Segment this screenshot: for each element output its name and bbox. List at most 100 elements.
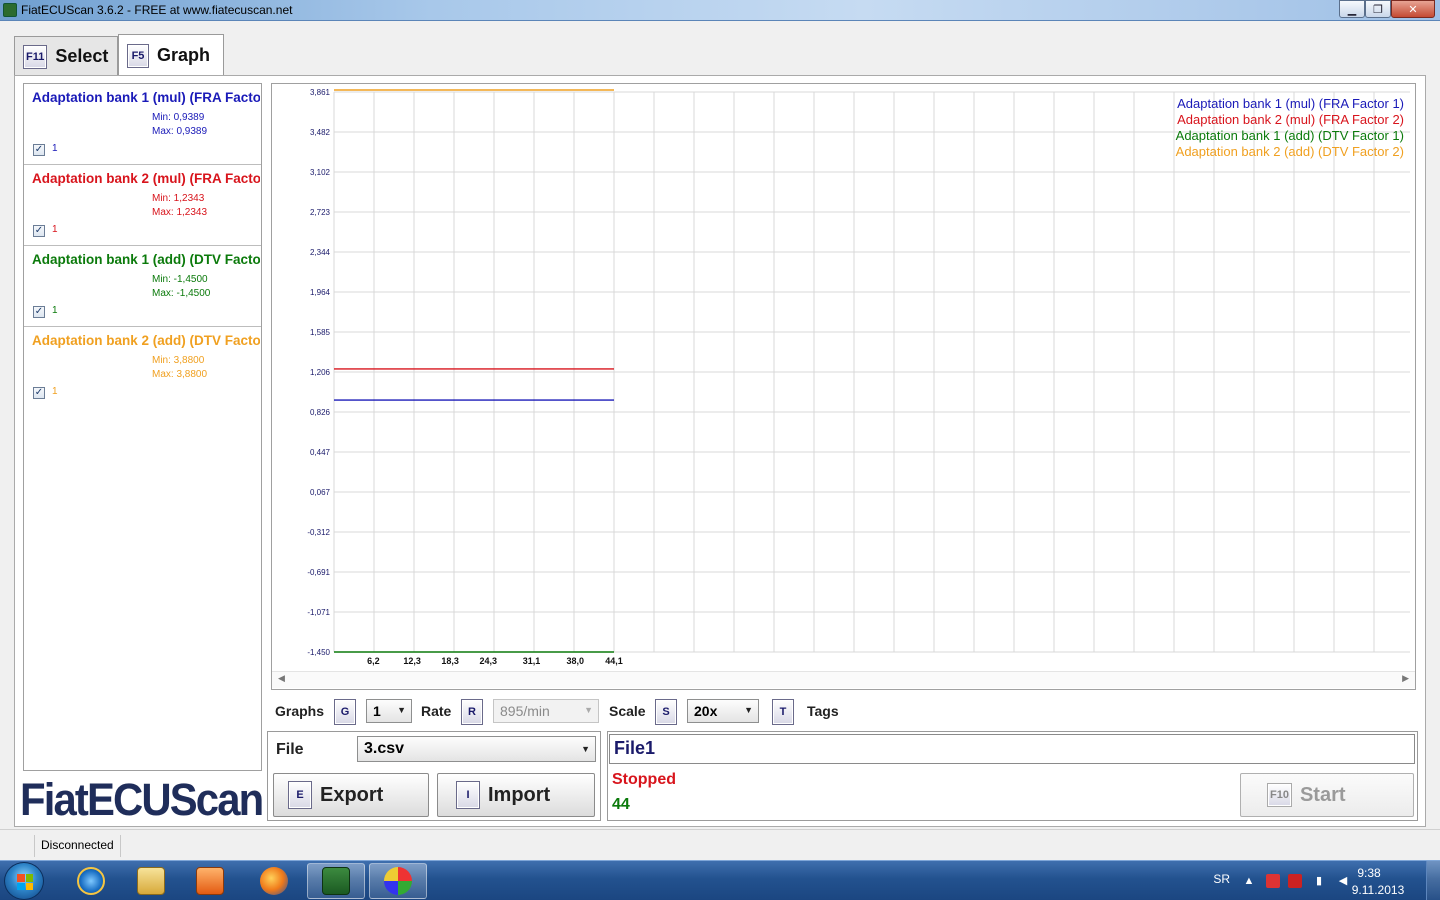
y-tick-label: 1,206: [310, 368, 331, 377]
window-title: FiatECUScan 3.6.2 - FREE at www.fiatecus…: [21, 3, 293, 17]
x-tick-label: 18,3: [441, 656, 459, 666]
scroll-right-icon[interactable]: ▶: [1402, 673, 1409, 684]
status-count: 44: [612, 796, 630, 813]
y-tick-label: 0,826: [310, 408, 331, 417]
y-tick-label: -1,071: [307, 608, 330, 617]
sensor-name: Adaptation bank 2 (add) (DTV Factor 2): [32, 333, 260, 348]
y-tick-label: 0,447: [310, 448, 331, 457]
fiatecuscan-logo: FiatECUScan: [20, 774, 264, 825]
y-tick-label: 3,102: [310, 168, 331, 177]
app-icon: [3, 3, 17, 17]
start-menu-button[interactable]: [4, 862, 44, 900]
scale-select-value: 20x: [694, 703, 718, 719]
media-player-icon: [196, 867, 224, 895]
chevron-down-icon: ▼: [397, 705, 406, 715]
line-chart: 3,861 3,482 3,102 2,723 2,344 1,964 1,585 1,206…: [307, 88, 1410, 666]
status-bar: Disconnected: [0, 829, 1440, 860]
y-tick-label: -0,312: [307, 528, 330, 537]
maximize-button[interactable]: ❐: [1365, 0, 1391, 18]
sensor-item: Adaptation bank 2 (mul) (FRA Factor 2) M…: [24, 165, 261, 246]
sensor-check-label: 1: [52, 386, 58, 397]
system-tray: SR ▲ ▮ ◀ 9:38 9.11.2013: [1180, 861, 1440, 900]
y-tick-label: -1,450: [307, 648, 330, 657]
folder-icon: [137, 867, 165, 895]
windows-logo-icon: [17, 874, 33, 890]
sensor-min: Min: 1,2343: [152, 193, 205, 204]
taskbar-paint[interactable]: [369, 863, 427, 899]
tab-select[interactable]: F11 Select: [14, 36, 118, 76]
start-button[interactable]: F10 Start: [1240, 773, 1414, 817]
graphs-label: Graphs: [275, 703, 325, 719]
s-key-icon[interactable]: S: [655, 699, 677, 725]
taskbar-internet-explorer[interactable]: [62, 863, 120, 899]
f5-key-icon: F5: [127, 43, 149, 68]
internet-explorer-icon: [77, 867, 105, 895]
sensor-checkbox[interactable]: ✓: [33, 387, 45, 399]
sensor-min: Min: 3,8800: [152, 355, 205, 366]
t-key-icon[interactable]: T: [772, 699, 794, 725]
sensor-item: Adaptation bank 2 (add) (DTV Factor 2) M…: [24, 327, 261, 408]
network-icon[interactable]: ▮: [1312, 874, 1326, 888]
graph-panel: 3,861 3,482 3,102 2,723 2,344 1,964 1,585 1,206…: [271, 83, 1416, 690]
tab-select-label: Select: [55, 46, 109, 66]
close-button[interactable]: ✕: [1391, 0, 1435, 18]
f11-key-icon: F11: [23, 44, 48, 69]
legend-entry: Adaptation bank 2 (mul) (FRA Factor 2): [1177, 112, 1404, 127]
language-indicator[interactable]: SR: [1213, 872, 1230, 886]
taskbar-fiatecuscan[interactable]: [307, 863, 365, 899]
rate-label: Rate: [421, 703, 452, 719]
scale-select[interactable]: 20x ▼: [687, 699, 759, 723]
tab-graph[interactable]: F5 Graph: [118, 34, 224, 76]
y-tick-label: 2,723: [310, 208, 331, 217]
import-button[interactable]: I Import: [437, 773, 595, 817]
sensor-checkbox[interactable]: ✓: [33, 144, 45, 156]
sensor-check-label: 1: [52, 305, 58, 316]
fiatecuscan-icon: [322, 867, 350, 895]
action-center-icon[interactable]: [1266, 874, 1280, 888]
sensor-checkbox[interactable]: ✓: [33, 306, 45, 318]
i-key-icon: I: [456, 781, 480, 809]
connection-status: Disconnected: [34, 835, 121, 857]
x-tick-label: 6,2: [367, 656, 380, 666]
minimize-button[interactable]: ▁: [1339, 0, 1365, 18]
y-tick-label: 1,585: [310, 328, 331, 337]
sensor-list: Adaptation bank 1 (mul) (FRA Factor 1) M…: [23, 83, 262, 771]
start-button-label: Start: [1299, 783, 1346, 806]
file-label: File: [276, 741, 304, 758]
sensor-name: Adaptation bank 1 (add) (DTV Factor 1): [32, 252, 260, 267]
sensor-item: Adaptation bank 1 (add) (DTV Factor 1) M…: [24, 246, 261, 327]
horizontal-scrollbar[interactable]: ◀ ▶: [272, 671, 1415, 688]
x-tick-label: 12,3: [403, 656, 421, 666]
tab-graph-label: Graph: [157, 45, 211, 65]
y-tick-label: 3,482: [310, 128, 331, 137]
scale-label: Scale: [609, 703, 646, 719]
y-tick-label: 3,861: [310, 88, 331, 97]
sensor-item: Adaptation bank 1 (mul) (FRA Factor 1) M…: [24, 84, 261, 165]
scroll-left-icon[interactable]: ◀: [278, 673, 285, 684]
taskbar: SR ▲ ▮ ◀ 9:38 9.11.2013: [0, 860, 1440, 900]
show-desktop-button[interactable]: [1426, 861, 1440, 900]
taskbar-file-explorer[interactable]: [122, 863, 180, 899]
sensor-checkbox[interactable]: ✓: [33, 225, 45, 237]
sensor-max: Max: 0,9389: [152, 126, 208, 137]
file-select[interactable]: 3.csv ▼: [357, 736, 596, 762]
y-tick-label: 2,344: [310, 248, 331, 257]
clock-date[interactable]: 9.11.2013: [1338, 883, 1418, 897]
chevron-down-icon: ▼: [744, 705, 753, 715]
export-button[interactable]: E Export: [273, 773, 429, 817]
taskbar-media-player[interactable]: [181, 863, 239, 899]
graphs-select[interactable]: 1 ▼: [366, 699, 412, 723]
file-name-field[interactable]: File1: [609, 734, 1415, 764]
show-hidden-icons-icon[interactable]: ▲: [1242, 874, 1256, 888]
x-tick-label: 38,0: [567, 656, 585, 666]
sensor-min: Min: 0,9389: [152, 112, 205, 123]
rate-select: 895/min ▼: [493, 699, 599, 723]
graphs-select-value: 1: [373, 703, 381, 719]
taskbar-firefox[interactable]: [245, 863, 303, 899]
clock-time[interactable]: 9:38: [1334, 866, 1404, 880]
file-select-value: 3.csv: [364, 740, 405, 757]
r-key-icon[interactable]: R: [461, 699, 483, 725]
chevron-down-icon: ▼: [584, 705, 593, 715]
security-icon[interactable]: [1288, 874, 1302, 888]
g-key-icon[interactable]: G: [334, 699, 356, 725]
